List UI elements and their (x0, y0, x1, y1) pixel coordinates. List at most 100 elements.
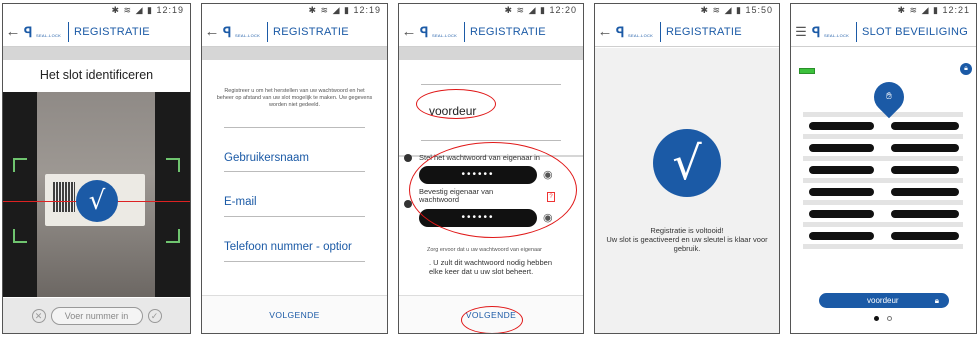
page-title: REGISTRATIE (74, 25, 150, 38)
cancel-icon[interactable]: ✕ (31, 308, 46, 323)
lock-name-label: voordeur (867, 296, 899, 305)
completion-message: Registratie is voltooid! Uw slot is geac… (595, 226, 779, 253)
lock-bar (809, 122, 874, 130)
status-icons: ✱ ≋ ◢ ▮ (897, 5, 939, 15)
brand-logo: ꟼ SEAL-LOCK (24, 22, 64, 42)
screen-registration-form: ✱ ≋ ◢ ▮ 12:19 ← ꟼ SEAL-LOCK REGISTRATIE … (201, 3, 388, 334)
brand-logo-text: SEAL-LOCK (628, 32, 654, 38)
app-bar-divider (267, 21, 268, 42)
page-dot[interactable] (887, 316, 892, 321)
lock-bar (809, 144, 874, 152)
qr-code-icon (53, 182, 75, 212)
lock-bar (891, 122, 959, 130)
phone-field[interactable]: Telefoon nummer - optior (224, 217, 365, 262)
password-warning: . U zult dit wachtwoord nodig hebben elk… (429, 258, 552, 276)
info-icon (404, 154, 412, 162)
lock-bar (891, 232, 959, 240)
identify-heading: Het slot identificeren (3, 60, 190, 91)
status-icons: ✱ ≋ ◢ ▮ (111, 5, 153, 15)
lock-bar (809, 232, 874, 240)
divider (421, 84, 561, 85)
completion-detail: Uw slot is geactiveerd en uw sleutel is … (606, 235, 768, 253)
key-logo-icon: ꟼ (420, 23, 429, 40)
status-icons: ✱ ≋ ◢ ▮ (504, 5, 546, 15)
key-logo-icon: ꟼ (812, 23, 821, 40)
complete-body: √ Registratie is voltooid! Uw slot is ge… (595, 48, 779, 333)
app-bar-divider (68, 21, 69, 42)
status-bar: ✱ ≋ ◢ ▮ 15:50 (595, 4, 779, 17)
lock-bar (891, 144, 959, 152)
app-bar: ← ꟼ SEAL-LOCK REGISTRATIE (595, 17, 779, 47)
brand-logo-text: SEAL-LOCK (235, 32, 261, 38)
brand-logo: ꟼ SEAL-LOCK (223, 22, 263, 42)
menu-icon[interactable]: ☰ (793, 17, 809, 47)
lock-name-button[interactable]: voordeur 🔒︎ (819, 293, 949, 308)
app-bar: ← ꟼ SEAL-LOCK REGISTRATIE (202, 17, 387, 47)
password-hint: Zorg ervoor dat u uw wachtwoord van eige… (427, 247, 542, 253)
camera-viewfinder: √ (3, 92, 190, 297)
page-title: REGISTRATIE (273, 25, 349, 38)
battery-icon (799, 68, 815, 74)
app-bar: ← ꟼ SEAL-LOCK REGISTRATIE (3, 17, 190, 47)
back-arrow-icon[interactable]: ← (597, 17, 613, 47)
status-time: 12:20 (549, 5, 577, 15)
app-bar-divider (856, 21, 857, 42)
status-time: 12:19 (353, 5, 381, 15)
lock-bar (809, 188, 874, 196)
brand-logo: ꟼ SEAL-LOCK (420, 22, 460, 42)
lock-bar (891, 210, 959, 218)
app-bar-divider (464, 21, 465, 42)
lock-number-input[interactable]: Voer nummer in (50, 306, 143, 325)
brand-logo-text: SEAL-LOCK (432, 32, 458, 38)
app-bar: ☰ ꟼ SEAL-LOCK SLOT BEVEILIGING (791, 17, 976, 47)
annotation-oval-name (416, 89, 496, 119)
page-title: REGISTRATIE (470, 25, 546, 38)
status-icons: ✱ ≋ ◢ ▮ (308, 5, 350, 15)
key-logo-icon: ꟼ (24, 23, 33, 40)
status-bar: ✱ ≋ ◢ ▮ 12:19 (3, 4, 190, 17)
header-gray-band (399, 47, 583, 60)
username-field[interactable]: Gebruikersnaam (224, 127, 365, 172)
back-arrow-icon[interactable]: ← (204, 17, 220, 47)
scan-corner-top-right (166, 158, 180, 172)
padlock-icon: 🔒︎ (934, 296, 939, 305)
stripe (803, 200, 963, 205)
back-arrow-icon[interactable]: ← (5, 17, 21, 47)
next-button[interactable]: VOLGENDE (202, 295, 387, 333)
lock-bar (809, 210, 874, 218)
key-logo-icon: ꟼ (223, 23, 232, 40)
manual-entry-bar: ✕ Voer nummer in ✓ (3, 298, 190, 333)
screen-registration-complete: ✱ ≋ ◢ ▮ 15:50 ← ꟼ SEAL-LOCK REGISTRATIE … (594, 3, 780, 334)
status-time: 15:50 (745, 5, 773, 15)
stripe (803, 178, 963, 183)
brand-logo-text: SEAL-LOCK (36, 32, 62, 38)
lock-bar (809, 166, 874, 174)
lock-bar (891, 188, 959, 196)
completion-title: Registratie is voltooid! (650, 226, 724, 235)
status-bar: ✱ ≋ ◢ ▮ 12:19 (202, 4, 387, 17)
page-title: REGISTRATIE (666, 25, 742, 38)
screen-lock-security: ✱ ≋ ◢ ▮ 12:21 ☰ ꟼ SEAL-LOCK SLOT BEVEILI… (790, 3, 977, 334)
page-dot-active[interactable] (874, 316, 879, 321)
page-title: SLOT BEVEILIGING (862, 25, 969, 38)
status-time: 12:19 (156, 5, 184, 15)
stripe (803, 156, 963, 161)
annotation-oval-next (461, 306, 523, 333)
email-field[interactable]: E-mail (224, 172, 365, 217)
scan-success-check-icon: √ (76, 180, 118, 222)
app-bar: ← ꟼ SEAL-LOCK REGISTRATIE (399, 17, 583, 47)
lock-status-icon[interactable]: 🔒︎ (960, 63, 972, 75)
success-check-icon: √ (653, 129, 721, 197)
confirm-icon[interactable]: ✓ (147, 308, 162, 323)
screen-identify-lock: ✱ ≋ ◢ ▮ 12:19 ← ꟼ SEAL-LOCK REGISTRATIE … (2, 3, 191, 334)
brand-logo: ꟼ SEAL-LOCK (812, 22, 852, 42)
registration-intro: Registreer u om het herstellen van uw wa… (216, 88, 373, 108)
lock-bar (891, 166, 959, 174)
screen-set-password: ✱ ≋ ◢ ▮ 12:20 ← ꟼ SEAL-LOCK REGISTRATIE … (398, 3, 584, 334)
scan-corner-bottom-right (166, 229, 180, 243)
thumbs-down-icon: ✋︎ (886, 91, 892, 102)
status-icons: ✱ ≋ ◢ ▮ (700, 5, 742, 15)
lock-visual-area: 🔒︎ ✋︎ voordeur 🔒︎ (791, 48, 976, 333)
back-arrow-icon[interactable]: ← (401, 17, 417, 47)
stripe (803, 134, 963, 139)
